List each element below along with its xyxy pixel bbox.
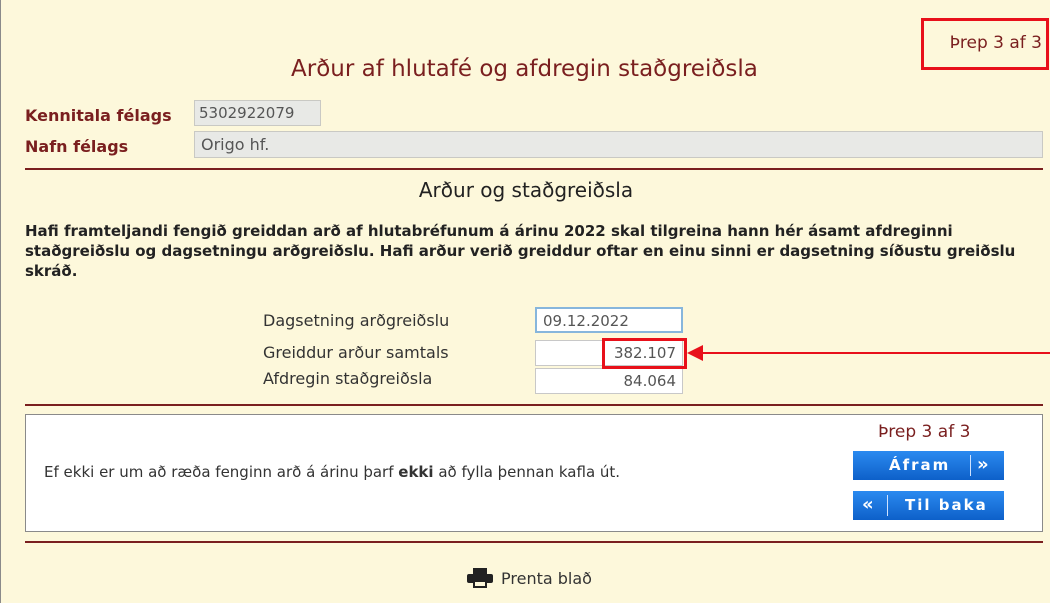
instructions-text: Hafi framteljandi fengið greiddan arð af… [25, 222, 1016, 280]
print-label: Prenta blað [501, 569, 592, 588]
step-indicator: Þrep 3 af 3 [949, 33, 1042, 53]
button-separator [887, 495, 888, 516]
dividend-date-input[interactable]: 09.12.2022 [535, 307, 683, 333]
company-name-field: Origo hf. [194, 131, 1043, 158]
company-name-label: Nafn félags [25, 137, 129, 156]
step-indicator-highlight: Þrep 3 af 3 [921, 18, 1049, 70]
divider [25, 168, 1043, 170]
double-chevron-left-icon: « [862, 494, 874, 515]
dividend-total-label: Greiddur arður samtals [263, 343, 449, 362]
button-separator [970, 455, 971, 476]
page-title: Arður af hlutafé og afdregin staðgreiðsl… [291, 56, 758, 82]
step-indicator-box: Þrep 3 af 3 [878, 422, 971, 442]
back-button[interactable]: « Til baka [853, 491, 1004, 520]
section-title: Arður og staðgreiðsla [418, 178, 634, 202]
navigation-box: Ef ekki er um að ræða fenginn arð á árin… [25, 414, 1043, 532]
next-button[interactable]: Áfram » [853, 451, 1004, 480]
withholding-input[interactable]: 84.064 [535, 368, 683, 394]
back-button-label: Til baka [905, 496, 988, 514]
skip-message: Ef ekki er um að ræða fenginn arð á árin… [44, 463, 621, 481]
withholding-label: Afdregin staðgreiðsla [263, 369, 433, 388]
annotation-arrow [701, 352, 1050, 354]
divider [25, 404, 1043, 406]
double-chevron-right-icon: » [977, 454, 989, 475]
company-id-label: Kennitala félags [25, 106, 172, 125]
dividend-date-label: Dagsetning arðgreiðslu [263, 311, 450, 330]
next-button-label: Áfram [889, 456, 951, 474]
divider [25, 541, 1043, 543]
company-id-field: 5302922079 [194, 100, 321, 126]
total-value-highlight [602, 338, 687, 369]
print-link[interactable]: Prenta blað [467, 568, 592, 592]
printer-icon [467, 568, 493, 592]
dividend-form-page: Þrep 3 af 3 Arður af hlutafé og afdregin… [0, 0, 1050, 603]
